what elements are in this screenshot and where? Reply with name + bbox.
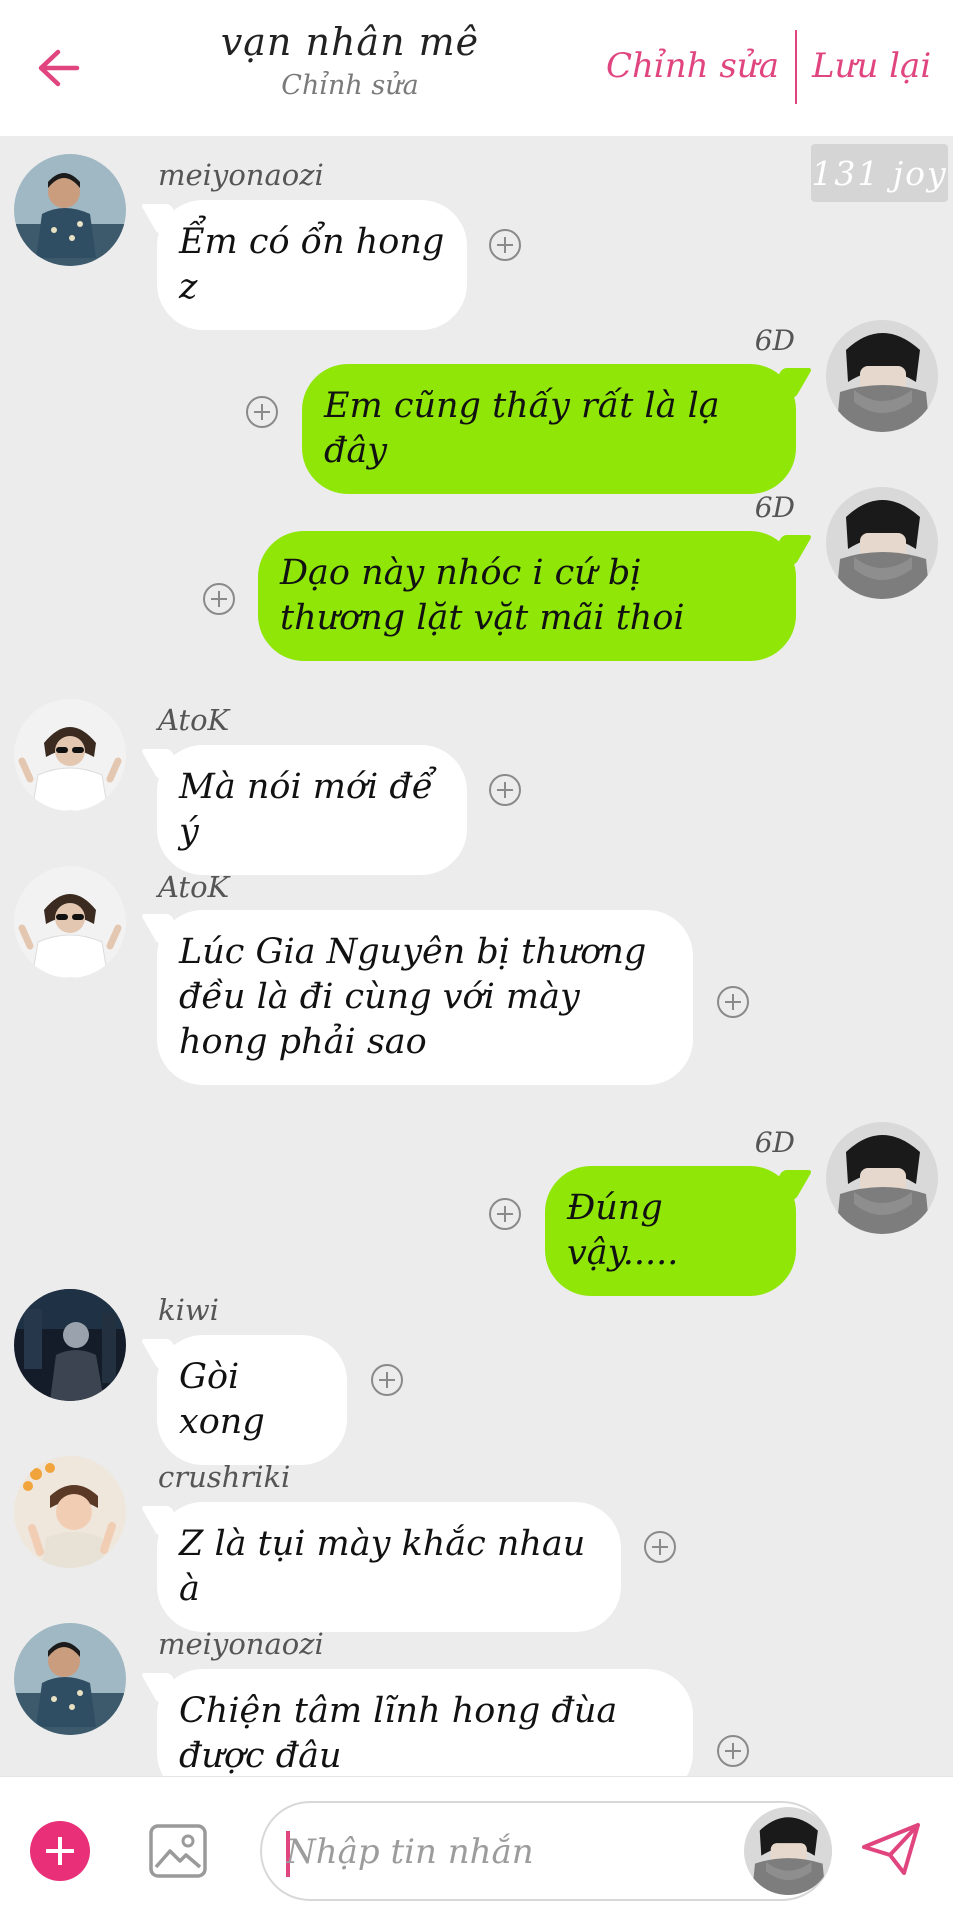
avatar[interactable] — [826, 320, 938, 432]
sender-name: 6D — [754, 324, 795, 357]
message-input[interactable] — [284, 1825, 728, 1879]
message-bubble[interactable]: Lúc Gia Nguyên bị thương đều là đi cùng … — [157, 910, 693, 1085]
message-text: Gòi xong — [179, 1357, 265, 1442]
message-row: crushriki Z là tụi mày khắc nhau à — [0, 1452, 953, 1632]
sender-name: kiwi — [158, 1293, 219, 1327]
message-row: 6D Đúng vậy..... — [0, 1120, 953, 1296]
message-row: 6D Dạo này nhóc i cứ bị thương lặt vặt m… — [0, 485, 953, 675]
sender-avatar-selector[interactable] — [744, 1807, 832, 1895]
message-input-box[interactable] — [260, 1801, 832, 1901]
chat-title: vạn nhân mê — [220, 20, 480, 64]
chat-subtitle: Chỉnh sửa — [281, 70, 419, 101]
avatar[interactable] — [826, 1122, 938, 1234]
person-avatar-image — [14, 866, 126, 978]
chat-title-block: vạn nhân mê Chỉnh sửa — [180, 20, 520, 101]
message-bubble[interactable]: Gòi xong — [157, 1335, 347, 1465]
message-composer — [0, 1776, 953, 1921]
person-avatar-image — [14, 1623, 126, 1735]
sender-name: 6D — [754, 491, 795, 524]
avatar[interactable] — [14, 866, 126, 978]
message-bubble[interactable]: Mà nói mới để ý — [157, 745, 467, 875]
add-reaction-button[interactable] — [717, 1735, 749, 1767]
add-reaction-button[interactable] — [644, 1531, 676, 1563]
add-reaction-button[interactable] — [203, 583, 235, 615]
back-button[interactable] — [30, 40, 86, 96]
image-icon — [149, 1824, 207, 1878]
sender-name: meiyonaozi — [158, 158, 324, 192]
message-bubble[interactable]: Ểm có ổn hong z — [157, 200, 467, 330]
message-text: Z là tụi mày khắc nhau à — [179, 1524, 586, 1609]
add-reaction-button[interactable] — [489, 774, 521, 806]
add-reaction-button[interactable] — [489, 1198, 521, 1230]
add-reaction-button[interactable] — [371, 1364, 403, 1396]
message-text: Lúc Gia Nguyên bị thương đều là đi cùng … — [179, 932, 647, 1062]
header-divider — [795, 30, 797, 104]
avatar[interactable] — [14, 154, 126, 266]
add-reaction-button[interactable] — [246, 396, 278, 428]
sender-name: meiyonaozi — [158, 1627, 324, 1661]
message-row: meiyonaozi Chiện tâm lĩnh hong đùa được … — [0, 1619, 953, 1776]
person-avatar-image — [14, 699, 126, 811]
avatar[interactable] — [14, 699, 126, 811]
send-icon — [862, 1823, 920, 1875]
person-avatar-image — [826, 487, 938, 599]
message-row: AtoK Mà nói mới để ý — [0, 695, 953, 875]
avatar[interactable] — [14, 1289, 126, 1401]
message-bubble[interactable]: Dạo này nhóc i cứ bị thương lặt vặt mãi … — [258, 531, 796, 661]
arrow-left-icon — [38, 49, 80, 87]
message-row: kiwi Gòi xong — [0, 1285, 953, 1465]
person-avatar-image — [14, 154, 126, 266]
add-reaction-button[interactable] — [489, 229, 521, 261]
sender-name: AtoK — [158, 870, 230, 904]
message-bubble[interactable]: Z là tụi mày khắc nhau à — [157, 1502, 621, 1632]
message-bubble[interactable]: Đúng vậy..... — [545, 1166, 796, 1296]
image-picker-button[interactable] — [148, 1821, 208, 1885]
sender-name: AtoK — [158, 703, 230, 737]
person-avatar-image — [826, 320, 938, 432]
message-text: Chiện tâm lĩnh hong đùa được đâu — [179, 1691, 618, 1776]
person-avatar-image — [14, 1456, 126, 1568]
message-bubble[interactable]: Em cũng thấy rất là lạ đây — [302, 364, 796, 494]
message-text: Dạo này nhóc i cứ bị thương lặt vặt mãi … — [280, 553, 685, 638]
add-attachment-button[interactable] — [30, 1821, 90, 1881]
send-button[interactable] — [860, 1821, 922, 1881]
message-text: Ểm có ổn hong z — [179, 222, 445, 307]
add-reaction-button[interactable] — [717, 986, 749, 1018]
sender-name: 6D — [754, 1126, 795, 1159]
person-avatar-image — [14, 1289, 126, 1401]
message-text: Đúng vậy..... — [567, 1188, 679, 1273]
person-avatar-image — [744, 1807, 832, 1895]
person-avatar-image — [826, 1122, 938, 1234]
save-button[interactable]: Lưu lại — [812, 46, 931, 86]
chat-header: vạn nhân mê Chỉnh sửa Chỉnh sửa Lưu lại — [0, 0, 953, 136]
avatar[interactable] — [14, 1623, 126, 1735]
message-row: 6D Em cũng thấy rất là lạ đây — [0, 318, 953, 494]
avatar[interactable] — [826, 487, 938, 599]
message-row: AtoK Lúc Gia Nguyên bị thương đều là đi … — [0, 862, 953, 1102]
message-row: meiyonaozi Ểm có ổn hong z — [0, 150, 953, 330]
message-text: Mà nói mới để ý — [179, 767, 434, 852]
avatar[interactable] — [14, 1456, 126, 1568]
edit-button[interactable]: Chỉnh sửa — [606, 46, 779, 86]
sender-name: crushriki — [158, 1460, 291, 1494]
message-text: Em cũng thấy rất là lạ đây — [324, 386, 720, 471]
message-bubble[interactable]: Chiện tâm lĩnh hong đùa được đâu — [157, 1669, 693, 1776]
